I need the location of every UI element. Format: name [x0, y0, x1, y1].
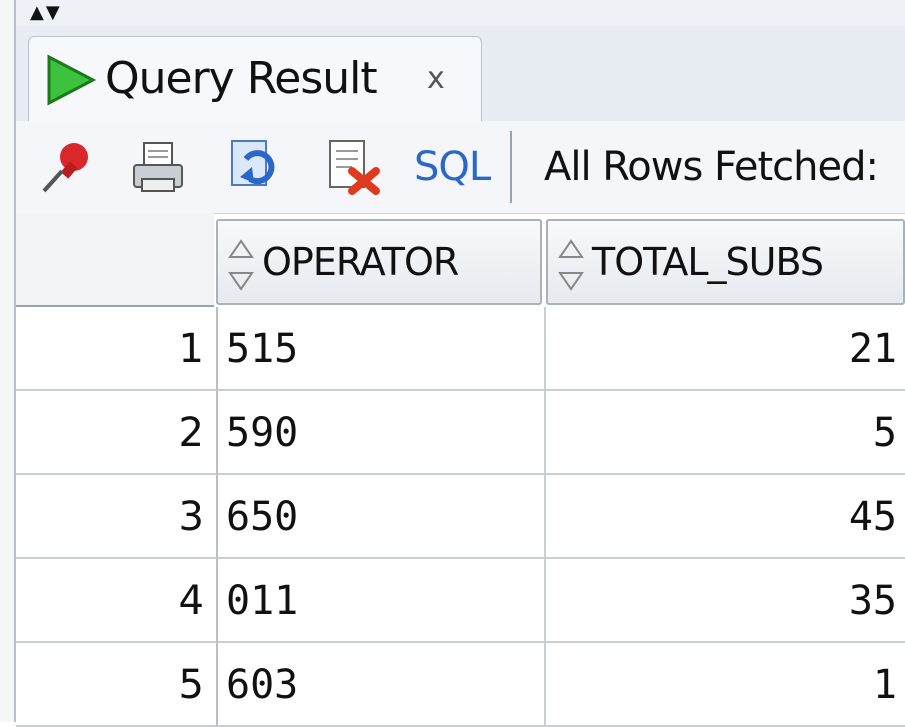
table-row[interactable]: 1 515 21 — [16, 307, 905, 391]
sort-icon — [228, 238, 254, 291]
row-number: 4 — [16, 559, 216, 643]
table-row[interactable]: 2 590 5 — [16, 391, 905, 475]
column-header-total-subs[interactable]: TOTAL_SUBS — [546, 219, 905, 305]
row-number: 1 — [16, 307, 216, 391]
tab-bar: Query Result x — [16, 26, 905, 122]
operator-cell[interactable]: 650 — [216, 475, 546, 559]
collapse-arrows-icon[interactable]: ▲▼ — [30, 4, 62, 22]
total-subs-cell[interactable]: 45 — [546, 475, 905, 559]
column-header-operator[interactable]: OPERATOR — [216, 219, 542, 305]
column-header-label: OPERATOR — [262, 240, 459, 284]
operator-cell[interactable]: 603 — [216, 643, 546, 727]
total-subs-cell[interactable]: 35 — [546, 559, 905, 643]
tab-label: Query Result — [105, 53, 378, 104]
close-icon[interactable]: x — [427, 51, 445, 107]
row-number-header — [16, 213, 214, 307]
operator-cell[interactable]: 515 — [216, 307, 546, 391]
refresh-icon[interactable] — [226, 137, 286, 197]
sort-icon — [558, 238, 584, 291]
table-row[interactable]: 5 603 1 — [16, 643, 905, 727]
table-row[interactable]: 3 650 45 — [16, 475, 905, 559]
left-edge — [0, 0, 16, 722]
total-subs-cell[interactable]: 1 — [546, 643, 905, 727]
row-number: 5 — [16, 643, 216, 727]
pin-icon[interactable] — [36, 137, 96, 197]
total-subs-cell[interactable]: 5 — [546, 391, 905, 475]
play-icon — [47, 54, 97, 106]
export-icon[interactable] — [322, 137, 382, 197]
toolbar: SQL All Rows Fetched: — [16, 121, 905, 214]
result-grid: OPERATOR TOTAL_SUBS 1 515 21 2 590 5 3 6… — [16, 213, 905, 727]
operator-cell[interactable]: 011 — [216, 559, 546, 643]
table-row[interactable]: 4 011 35 — [16, 559, 905, 643]
fetch-status: All Rows Fetched: — [544, 144, 879, 190]
row-number: 2 — [16, 391, 216, 475]
top-strip: ▲▼ — [0, 0, 905, 26]
row-number: 3 — [16, 475, 216, 559]
operator-cell[interactable]: 590 — [216, 391, 546, 475]
sql-button[interactable]: SQL — [414, 139, 491, 195]
column-header-label: TOTAL_SUBS — [592, 240, 824, 284]
total-subs-cell[interactable]: 21 — [546, 307, 905, 391]
print-icon[interactable] — [128, 137, 188, 197]
toolbar-separator — [510, 131, 512, 203]
tab-query-result[interactable]: Query Result x — [28, 36, 482, 122]
